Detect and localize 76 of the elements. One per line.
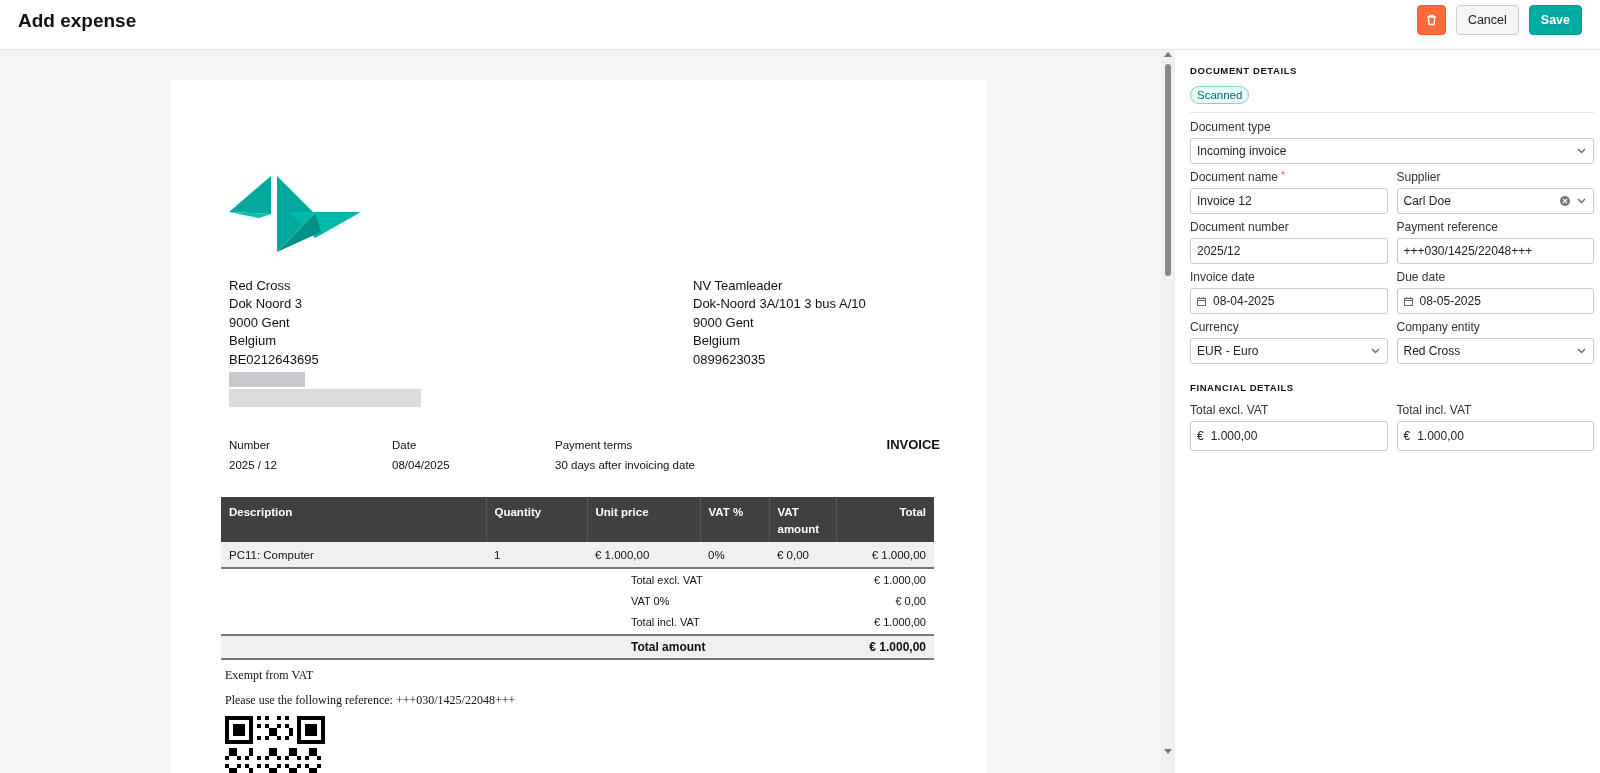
column-header: VAT % — [700, 497, 769, 543]
page-title: Add expense — [18, 9, 137, 32]
total-value: € 1.000,00 — [874, 573, 926, 586]
calendar-icon — [1403, 296, 1413, 306]
field-label: Due date — [1396, 270, 1446, 284]
column-header: Total — [836, 497, 934, 543]
column-header: Unit price — [587, 497, 700, 543]
note-text: Exempt from VAT — [225, 668, 315, 684]
field-label: Document type — [1190, 120, 1271, 134]
meta-value: 08/04/2025 — [392, 458, 451, 474]
table-cell: € 1.000,00 — [836, 542, 934, 569]
meta-value: 30 days after invoicing date — [555, 458, 695, 474]
chevron-down-icon — [1577, 348, 1586, 354]
table-cell: 1 — [486, 542, 587, 569]
total-value: € 1.000,00 — [874, 615, 926, 628]
table-cell: € 1.000,00 — [587, 542, 700, 569]
table-cell: PC11: Computer — [221, 542, 486, 569]
meta-value: 2025 / 12 — [229, 458, 278, 474]
field-label: Supplier — [1396, 170, 1441, 184]
chevron-down-icon — [1577, 198, 1586, 204]
status-badge: Scanned — [1190, 86, 1250, 104]
total-amount-label: Total amount — [631, 640, 706, 655]
field-label: Currency — [1190, 320, 1239, 334]
address-line: Dok-Noord 3A/101 3 bus A/10 — [693, 295, 866, 314]
address-line: BE0212643695 — [229, 350, 320, 369]
column-header: Description — [221, 497, 486, 543]
input-field[interactable]: Invoice 12 — [1190, 188, 1388, 214]
address-line: Belgium — [693, 332, 741, 351]
address-line: 9000 Gent — [693, 313, 755, 332]
input-field[interactable]: € 1.000,00 — [1190, 421, 1388, 451]
address-line: NV Teamleader — [693, 277, 784, 295]
input-field[interactable]: 2025/12 — [1190, 238, 1388, 264]
field-label: Invoice date — [1190, 270, 1255, 284]
required-mark: * — [1281, 170, 1285, 183]
table-cell: € 0,00 — [769, 542, 836, 569]
note-text: Please use the following reference: +++030/1425/22048+++ — [225, 693, 517, 709]
field-label: Total incl. VAT — [1396, 403, 1472, 417]
meta-label: Date — [392, 438, 418, 454]
calendar-icon — [1197, 296, 1206, 306]
column-header: Quantity — [486, 497, 587, 543]
cancel-button[interactable]: Cancel — [1455, 4, 1519, 35]
dropdown-field[interactable]: Carl Doe — [1396, 188, 1594, 214]
trash-icon — [1425, 13, 1437, 26]
section-heading: FINANCIAL DETAILS — [1190, 382, 1295, 393]
input-field[interactable]: € 1.000,00 — [1396, 421, 1594, 451]
chevron-down-icon — [1577, 148, 1586, 154]
field-label: Total excl. VAT — [1190, 403, 1269, 417]
section-heading: DOCUMENT DETAILS — [1190, 65, 1299, 76]
field-label: Document name — [1190, 170, 1279, 184]
total-label: Total incl. VAT — [631, 615, 700, 628]
document-title: INVOICE — [886, 436, 940, 455]
total-amount-value: € 1.000,00 — [869, 640, 926, 655]
delete-button[interactable] — [1416, 4, 1446, 35]
dropdown-field[interactable]: Incoming invoice — [1190, 138, 1594, 164]
field-label: Document number — [1190, 220, 1289, 234]
total-label: VAT 0% — [631, 594, 670, 607]
meta-label: Number — [229, 438, 271, 454]
meta-label: Payment terms — [555, 438, 634, 454]
address-line: Red Cross — [229, 277, 292, 295]
total-label: Total excl. VAT — [631, 573, 703, 586]
field-label: Company entity — [1396, 320, 1480, 334]
dropdown-field[interactable]: Red Cross — [1396, 338, 1594, 364]
address-line: Dok Noord 3 — [229, 295, 303, 314]
address-line: Belgium — [229, 332, 277, 351]
table-cell: 0% — [700, 542, 769, 569]
date-field[interactable]: 08-05-2025 — [1396, 288, 1594, 314]
field-label: Payment reference — [1396, 220, 1498, 234]
input-field[interactable]: +++030/1425/22048+++ — [1396, 238, 1594, 264]
clear-icon[interactable] — [1560, 196, 1570, 206]
dropdown-field[interactable]: EUR - Euro — [1190, 338, 1388, 364]
date-field[interactable]: 08-04-2025 — [1190, 288, 1388, 314]
address-line: 0899623035 — [693, 350, 767, 369]
address-line: 9000 Gent — [229, 313, 291, 332]
total-value: € 0,00 — [895, 594, 926, 607]
chevron-down-icon — [1370, 348, 1380, 354]
column-header: VAT amount — [769, 497, 836, 543]
